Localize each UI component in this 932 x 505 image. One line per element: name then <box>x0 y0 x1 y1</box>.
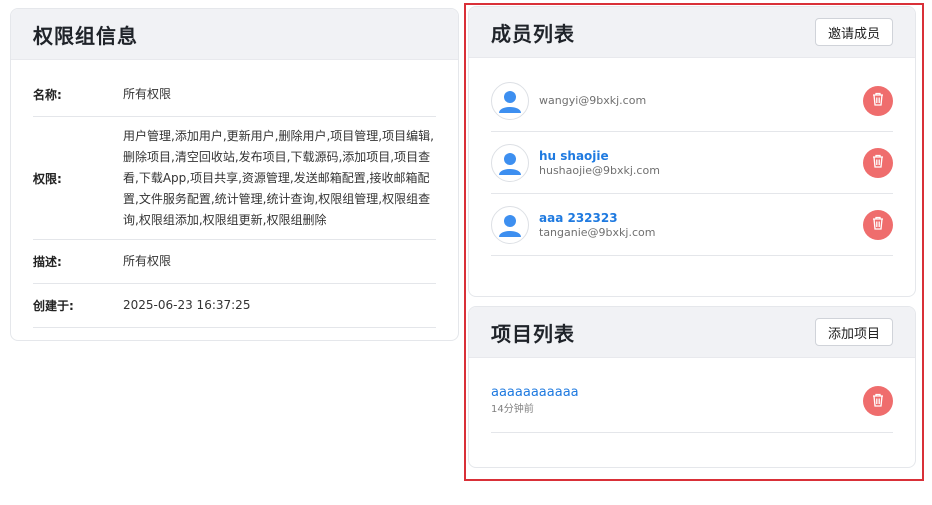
member-info: hu shaojie hushaojie@9bxkj.com <box>539 148 863 178</box>
info-label: 权限: <box>33 171 62 186</box>
info-value: 2025-06-23 16:37:25 <box>123 298 251 312</box>
user-avatar-icon <box>491 81 529 120</box>
member-name: hu shaojie <box>539 148 609 163</box>
member-name: aaa 232323 <box>539 210 618 225</box>
trash-icon <box>871 393 885 410</box>
info-value: 所有权限 <box>123 254 172 268</box>
delete-member-button[interactable] <box>863 85 893 116</box>
info-label: 创建于: <box>33 299 74 313</box>
info-value: 所有权限 <box>123 86 172 101</box>
member-email: wangyi@9bxkj.com <box>539 93 647 107</box>
member-email: hushaojie@9bxkj.com <box>539 163 660 177</box>
trash-icon <box>871 154 885 171</box>
info-label: 描述: <box>33 255 62 269</box>
members-card: 成员列表 邀请成员 wangyi@9bxkj.com hu shaojie hu… <box>468 6 916 297</box>
projects-card: 项目列表 添加项目 aaaaaaaaaaa 14分钟前 <box>468 306 916 468</box>
member-row: hu shaojie hushaojie@9bxkj.com <box>491 132 893 194</box>
project-link[interactable]: aaaaaaaaaaa <box>491 384 863 402</box>
delete-project-button[interactable] <box>863 386 893 416</box>
info-row-created: 创建于: 2025-06-23 16:37:25 <box>33 284 436 328</box>
members-list: wangyi@9bxkj.com hu shaojie hushaojie@9b… <box>469 58 915 256</box>
permission-group-header: 权限组信息 <box>11 9 458 60</box>
info-row-name: 名称: 所有权限 <box>33 72 436 117</box>
add-project-button[interactable]: 添加项目 <box>814 318 893 346</box>
member-info: wangyi@9bxkj.com <box>539 94 863 108</box>
trash-icon <box>871 92 885 109</box>
permission-group-info: 名称: 所有权限 权限: 用户管理,添加用户,更新用户,删除用户,项目管理,项目… <box>11 60 458 328</box>
user-avatar-icon <box>491 143 529 182</box>
trash-icon <box>871 216 885 233</box>
project-row: aaaaaaaaaaa 14分钟前 <box>491 370 893 433</box>
permission-group-title: 权限组信息 <box>33 23 138 48</box>
member-info: aaa 232323 tanganie@9bxkj.com <box>539 210 863 240</box>
projects-list: aaaaaaaaaaa 14分钟前 <box>469 358 915 433</box>
info-row-permissions: 权限: 用户管理,添加用户,更新用户,删除用户,项目管理,项目编辑,删除项目,清… <box>33 117 436 240</box>
info-value: 用户管理,添加用户,更新用户,删除用户,项目管理,项目编辑,删除项目,清空回收站… <box>123 128 434 227</box>
user-avatar-icon <box>491 205 529 244</box>
member-email: tanganie@9bxkj.com <box>539 225 656 239</box>
project-time: 14分钟前 <box>491 404 534 415</box>
invite-member-button[interactable]: 邀请成员 <box>814 18 893 46</box>
permission-group-card: 权限组信息 名称: 所有权限 权限: 用户管理,添加用户,更新用户,删除用户,项… <box>10 8 459 341</box>
info-row-description: 描述: 所有权限 <box>33 240 436 284</box>
delete-member-button[interactable] <box>863 209 893 240</box>
members-header: 成员列表 邀请成员 <box>469 7 915 58</box>
member-row: wangyi@9bxkj.com <box>491 70 893 132</box>
member-row: aaa 232323 tanganie@9bxkj.com <box>491 194 893 256</box>
project-info: aaaaaaaaaaa 14分钟前 <box>491 384 863 418</box>
delete-member-button[interactable] <box>863 147 893 178</box>
info-label: 名称: <box>33 87 62 102</box>
members-title: 成员列表 <box>491 21 575 46</box>
projects-title: 项目列表 <box>491 321 575 346</box>
projects-header: 项目列表 添加项目 <box>469 307 915 358</box>
